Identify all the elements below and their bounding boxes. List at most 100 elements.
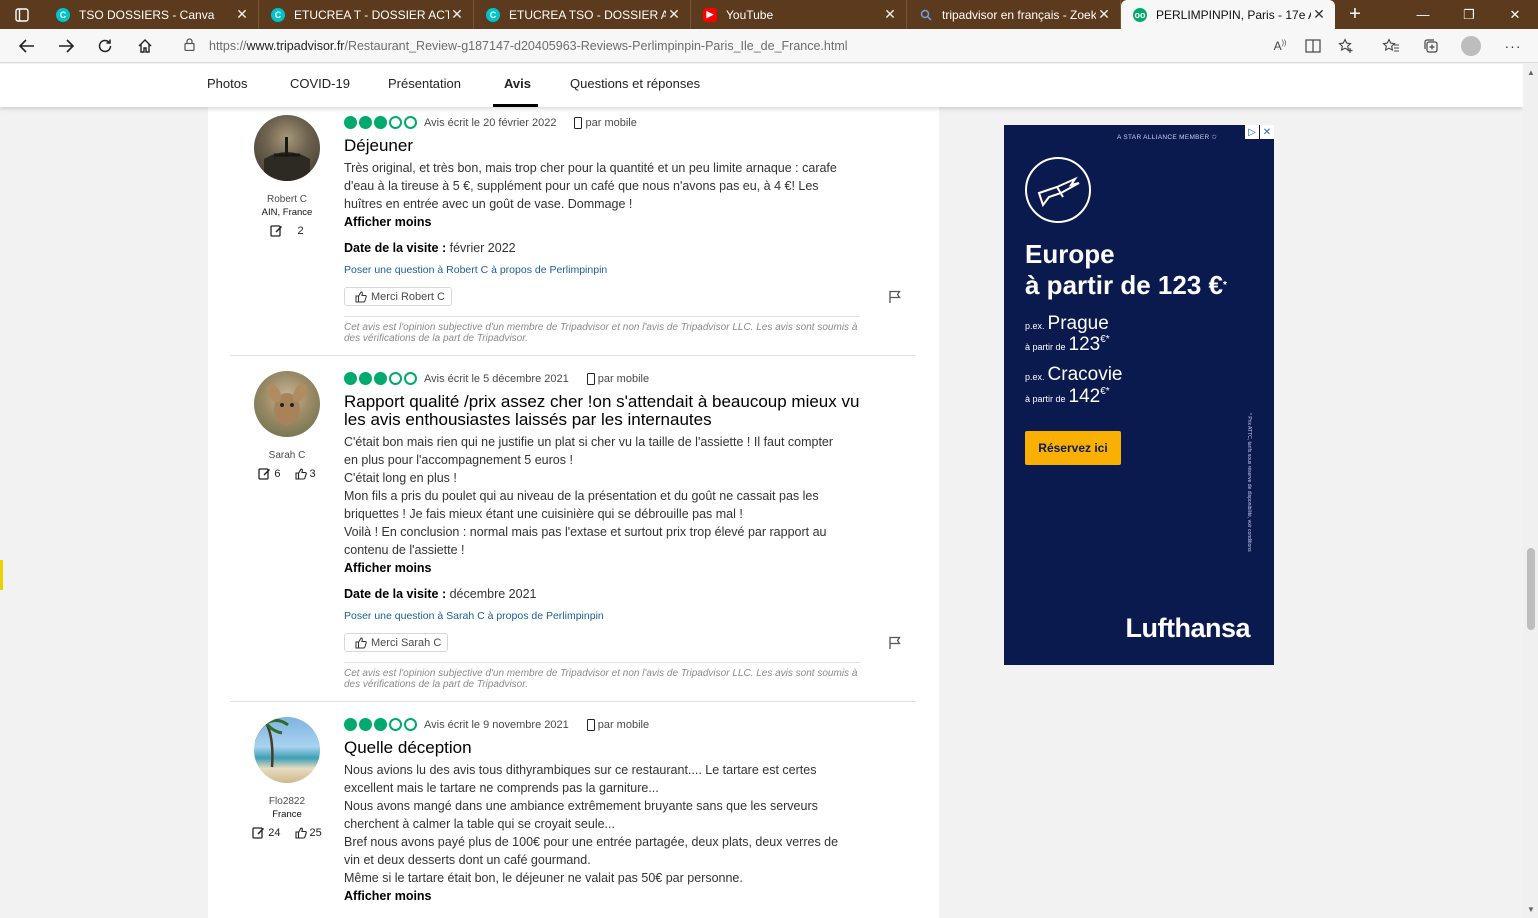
lufthansa-ad[interactable]: A STAR ALLIANCE MEMBER ✩ ▷ ✕ Europe à pa… [1004,125,1274,665]
avatar[interactable] [254,717,320,783]
reviewer-name[interactable]: Flo2822 [232,796,342,807]
ad-offer: p.ex. Cracovie [1025,364,1123,386]
rating-bubbles [344,116,417,129]
back-button[interactable] [16,36,38,56]
review-separator [230,355,916,356]
ad-legal-text: * Prix ATTC, tarifs sous réserve de disp… [1246,413,1252,552]
close-icon[interactable]: ✕ [234,6,250,23]
page-viewport: Photos COVID-19 Présentation Avis Questi… [0,64,1523,918]
canva-icon: C [486,7,500,22]
offer-city: Cracovie [1047,364,1123,385]
flag-icon[interactable] [888,290,902,304]
avatar[interactable] [254,371,320,437]
page-scrollbar[interactable]: ▲ ▼ [1523,64,1538,918]
adchoices-icon[interactable]: ▷ [1245,125,1259,139]
review-line: Nous avons mangé dans une ambiance extrê… [344,799,818,813]
thanks-button[interactable]: Merci Sarah C [344,633,449,652]
subnav-questions[interactable]: Questions et réponses [570,76,700,91]
review-date: Avis écrit le 9 novembre 2021 [424,719,569,731]
browser-tab[interactable]: C ETUCREA T - DOSSIER ACTU - In ✕ [259,0,474,29]
minimize-icon[interactable]: — [1400,0,1446,29]
helpful-count: 3 [309,467,316,480]
thumbs-up-icon [294,467,307,480]
more-icon: ··· [1504,38,1522,54]
read-aloud-button[interactable]: A)) [1269,36,1291,56]
refresh-button[interactable] [94,36,116,56]
home-button[interactable] [134,36,156,56]
forward-button[interactable] [55,36,77,56]
avatar[interactable] [254,115,320,181]
maximize-icon[interactable]: ❐ [1446,0,1492,29]
subnav-avis[interactable]: Avis [504,76,531,91]
rating-bubble-filled [344,718,357,731]
new-tab-button[interactable]: + [1335,0,1375,29]
arrow-right-icon [59,39,74,53]
mobile-icon [586,373,595,385]
url-domain: www.tripadvisor.fr [246,39,345,53]
review-line: vin et deux desserts dont un café gourma… [344,853,591,867]
close-icon[interactable]: ✕ [1096,6,1112,23]
visit-date-label: Date de la visite : [344,241,447,255]
scroll-down-icon[interactable]: ▼ [1527,905,1535,914]
ask-question-link[interactable]: Poser une question à Robert C à propos d… [344,264,607,276]
reviewer-stats: 24 25 [232,826,342,839]
thumbs-up-icon [355,290,367,302]
favorites-button[interactable] [1380,36,1402,56]
ask-question-link[interactable]: Poser une question à Sarah C à propos de… [344,610,604,622]
browser-tab[interactable]: tripadvisor en français - Zoeken ✕ [907,0,1121,29]
book-now-button[interactable]: Réservez ici [1025,431,1121,465]
favorites-icon [1382,38,1399,52]
tab-label: tripadvisor en français - Zoeken [942,7,1096,22]
browser-tab[interactable]: ▶ YouTube ✕ [691,0,907,29]
scroll-up-icon[interactable]: ▲ [1527,68,1535,77]
profile-button[interactable] [1460,36,1482,56]
close-icon[interactable]: ✕ [1311,6,1327,23]
subnav-photos[interactable]: Photos [207,76,247,91]
close-icon[interactable]: ✕ [449,6,465,23]
ad-close-icon[interactable]: ✕ [1260,125,1274,139]
scrollbar-thumb[interactable] [1527,548,1535,630]
tab-actions-button[interactable] [0,0,44,29]
ad-headline-line1: Europe [1025,239,1115,269]
review-line: Très original, et très bon, mais trop ch… [344,161,837,175]
reviewer-name[interactable]: Robert C [232,194,342,205]
reviewer-stats: 2 [232,224,342,237]
rating-bubble-empty [389,116,402,129]
subnav-presentation[interactable]: Présentation [388,76,461,91]
pencil-icon [258,468,271,480]
close-icon[interactable]: ✕ [666,6,682,23]
star-plus-icon [1338,38,1353,53]
thumbs-up-icon [355,636,367,648]
review-meta: Avis écrit le 5 décembre 2021 par mobile [424,373,649,385]
add-favorite-button[interactable] [1335,36,1357,56]
review-meta: Avis écrit le 20 février 2022 par mobile [424,117,637,129]
review-title[interactable]: Quelle déception [344,739,864,757]
ad-headline-sup: * [1223,280,1227,291]
reviewer-name[interactable]: Sarah C [232,450,342,461]
ad-offer: p.ex. Prague [1025,313,1109,335]
show-less-link[interactable]: Afficher moins [344,889,432,903]
lock-icon[interactable] [184,38,195,54]
offer-currency: €* [1100,334,1110,345]
show-less-link[interactable]: Afficher moins [344,561,432,575]
browser-tab[interactable]: C ETUCREA TSO - DOSSIER ACTU ✕ [474,0,691,29]
thanks-button[interactable]: Merci Robert C [344,287,452,306]
reviewer-location: France [272,809,302,820]
review-title[interactable]: Rapport qualité /prix assez cher !on s'a… [344,393,864,429]
ad-controls: ▷ ✕ [1244,125,1274,139]
browser-tab-active[interactable]: oo PERLIMPINPIN, Paris - 17e Arr. - ✕ [1121,0,1335,29]
review-line: excellent mais le tartare ne comprends p… [344,781,659,795]
show-less-link[interactable]: Afficher moins [344,215,432,229]
reader-mode-button[interactable] [1302,36,1324,56]
collections-button[interactable] [1420,36,1442,56]
close-window-icon[interactable]: ✕ [1492,0,1538,29]
visit-date-value: février 2022 [449,241,516,255]
subnav-covid[interactable]: COVID-19 [290,76,350,91]
review-title[interactable]: Déjeuner [344,137,864,155]
settings-menu-button[interactable]: ··· [1502,36,1524,56]
review-device: par mobile [597,719,650,731]
url-field[interactable]: https://www.tripadvisor.fr/Restaurant_Re… [184,36,848,56]
flag-icon[interactable] [888,636,902,650]
browser-tab[interactable]: C TSO DOSSIERS - Canva ✕ [44,0,259,29]
close-icon[interactable]: ✕ [882,6,898,23]
